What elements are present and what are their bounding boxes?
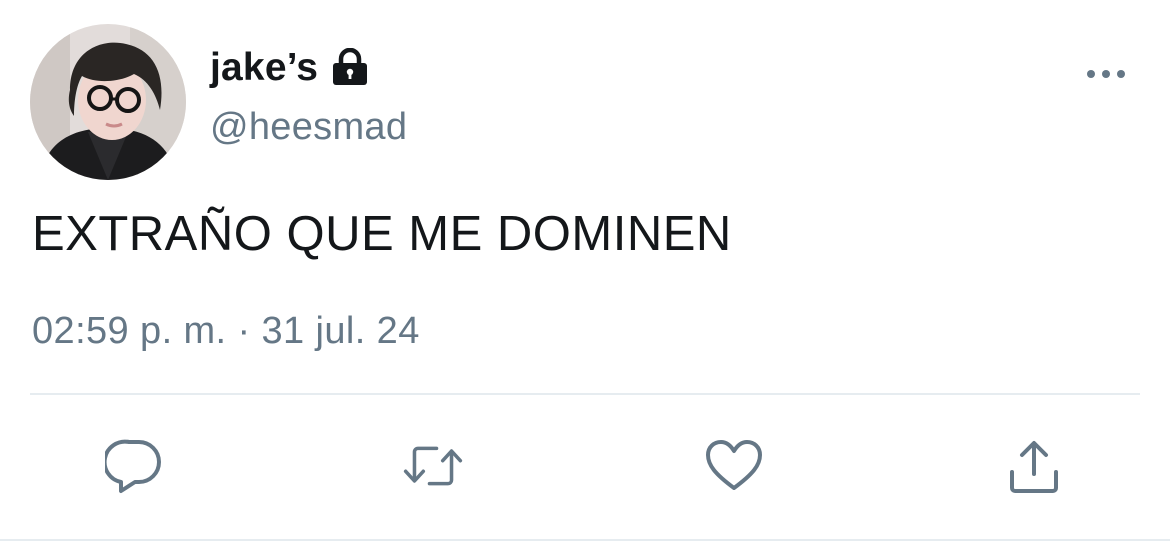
retweet-icon xyxy=(403,446,463,486)
user-handle[interactable]: @heesmad xyxy=(210,106,407,149)
more-options-button[interactable] xyxy=(1086,62,1126,86)
name-row: jake’s xyxy=(210,40,407,96)
author-block: jake’s @heesmad xyxy=(210,40,407,149)
timestamp-separator: · xyxy=(237,310,251,352)
share-icon xyxy=(1010,441,1058,493)
tweet-text: EXTRAÑO QUE ME DOMINEN xyxy=(32,207,732,261)
more-horizontal-icon xyxy=(1087,70,1125,78)
tweet-timestamp[interactable]: 02:59 p. m. · 31 jul. 24 xyxy=(32,310,420,353)
reply-button[interactable] xyxy=(104,436,164,496)
avatar[interactable] xyxy=(30,24,186,180)
tweet-card: jake’s @heesmad EXTRAÑO QUE ME DOMINEN 0… xyxy=(0,0,1170,558)
display-name[interactable]: jake’s xyxy=(210,46,318,90)
tweet-time: 02:59 p. m. xyxy=(32,310,227,352)
retweet-button[interactable] xyxy=(403,436,463,496)
like-button[interactable] xyxy=(704,436,764,496)
share-button[interactable] xyxy=(1004,436,1064,496)
avatar-image xyxy=(30,24,186,180)
bottom-divider xyxy=(0,539,1170,541)
lock-icon xyxy=(330,47,370,91)
heart-icon xyxy=(706,440,762,490)
reply-icon xyxy=(105,439,161,493)
tweet-date: 31 jul. 24 xyxy=(261,310,420,352)
divider xyxy=(30,393,1140,395)
